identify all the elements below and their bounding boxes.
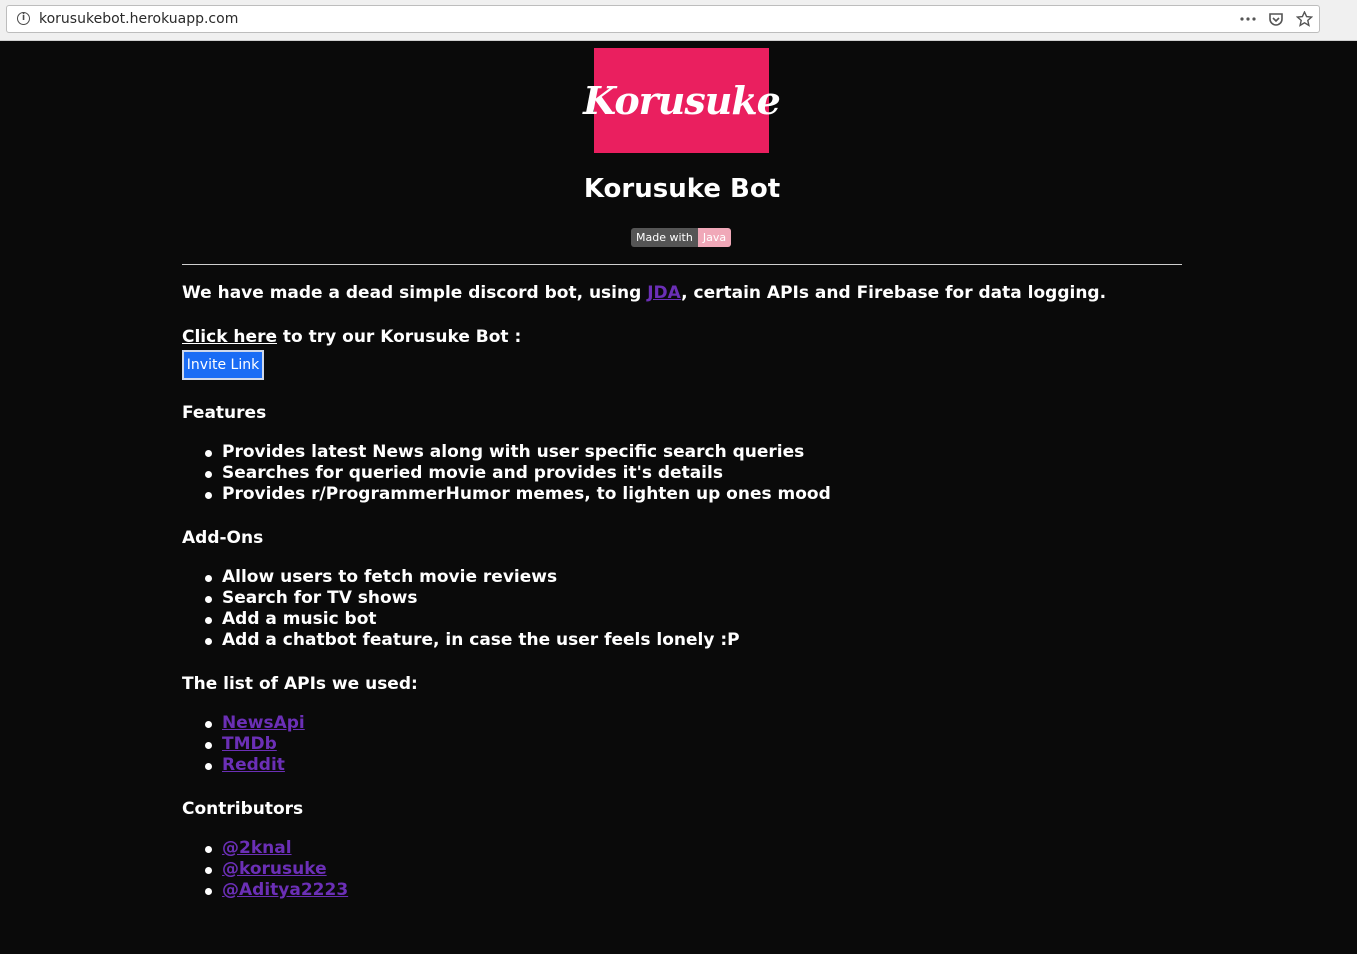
list-item: @korusuke bbox=[182, 859, 348, 880]
list-item: @Aditya2223 bbox=[182, 880, 348, 901]
badge-label: Made with bbox=[631, 228, 698, 247]
page-title: Korusuke Bot bbox=[583, 174, 781, 204]
intro-after: , certain APIs and Firebase for data log… bbox=[681, 283, 1107, 303]
list-item: Search for TV shows bbox=[182, 588, 740, 609]
contributors-heading: Contributors bbox=[182, 799, 304, 819]
address-bar[interactable]: i korusukebot.herokuapp.com bbox=[6, 5, 1320, 33]
list-item: Provides latest News along with user spe… bbox=[182, 442, 831, 463]
list-item: Reddit bbox=[182, 755, 305, 776]
newsapi-link[interactable]: NewsApi bbox=[222, 713, 305, 733]
reddit-link[interactable]: Reddit bbox=[222, 755, 285, 775]
addons-list: Allow users to fetch movie reviews Searc… bbox=[182, 567, 740, 651]
list-item: Allow users to fetch movie reviews bbox=[182, 567, 740, 588]
list-item: @2knal bbox=[182, 838, 348, 859]
list-item: TMDb bbox=[182, 734, 305, 755]
intro-before: We have made a dead simple discord bot, … bbox=[182, 283, 648, 303]
invite-text: Click here to try our Korusuke Bot : bbox=[182, 327, 521, 347]
badge-value: Java bbox=[697, 228, 732, 247]
click-here-link[interactable]: Click here bbox=[182, 327, 277, 347]
list-item: Add a chatbot feature, in case the user … bbox=[182, 630, 740, 651]
invite-link-button[interactable]: Invite Link bbox=[182, 350, 264, 380]
apis-heading: The list of APIs we used: bbox=[182, 674, 418, 694]
intro-text: We have made a dead simple discord bot, … bbox=[182, 283, 1106, 303]
logo-text: Korusuke bbox=[583, 78, 781, 123]
list-item: Provides r/ProgrammerHumor memes, to lig… bbox=[182, 484, 831, 505]
jda-link[interactable]: JDA bbox=[647, 283, 681, 303]
contributors-list: @2knal @korusuke @Aditya2223 bbox=[182, 838, 348, 901]
apis-list: NewsApi TMDb Reddit bbox=[182, 713, 305, 776]
korusuke-logo: Korusuke bbox=[583, 48, 781, 153]
list-item: Add a music bot bbox=[182, 609, 740, 630]
url-text[interactable]: korusukebot.herokuapp.com bbox=[39, 11, 238, 27]
contributor-link-aditya2223[interactable]: @Aditya2223 bbox=[222, 880, 348, 900]
browser-toolbar: i korusukebot.herokuapp.com bbox=[0, 0, 1357, 41]
pocket-icon[interactable] bbox=[1267, 10, 1285, 28]
address-bar-actions bbox=[1239, 10, 1313, 28]
features-list: Provides latest News along with user spe… bbox=[182, 442, 831, 505]
contributor-link-korusuke[interactable]: @korusuke bbox=[222, 859, 327, 879]
list-item: Searches for queried movie and provides … bbox=[182, 463, 831, 484]
contributor-link-2knal[interactable]: @2knal bbox=[222, 838, 292, 858]
info-icon[interactable]: i bbox=[17, 12, 30, 25]
addons-heading: Add-Ons bbox=[182, 528, 264, 548]
divider bbox=[182, 264, 1182, 265]
features-heading: Features bbox=[182, 403, 267, 423]
list-item: NewsApi bbox=[182, 713, 305, 734]
tmdb-link[interactable]: TMDb bbox=[222, 734, 277, 754]
invite-rest: to try our Korusuke Bot : bbox=[276, 327, 522, 347]
bookmark-star-icon[interactable] bbox=[1295, 10, 1313, 28]
more-icon[interactable] bbox=[1239, 10, 1257, 28]
made-with-java-badge: Made with Java bbox=[631, 228, 732, 247]
